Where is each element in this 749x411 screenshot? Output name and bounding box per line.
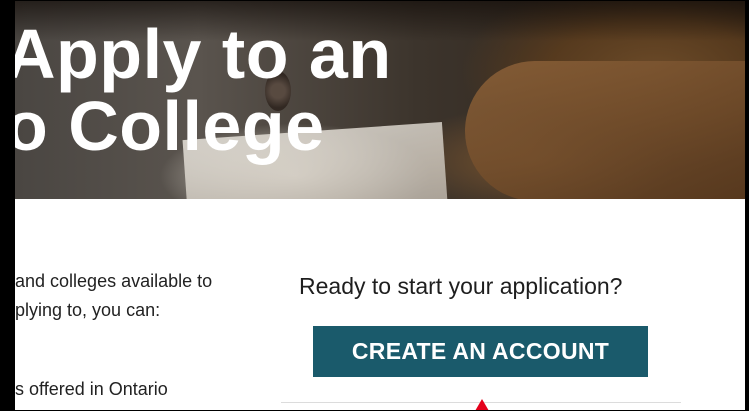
pointer-marker-icon — [475, 399, 489, 410]
intro-text-line3: s offered in Ontario — [15, 379, 168, 399]
intro-text-line2: plying to, you can: — [15, 300, 161, 320]
hero-title-line1: Apply to an — [15, 15, 392, 93]
cta-prompt: Ready to start your application? — [299, 273, 623, 299]
right-edge-bar — [745, 1, 748, 410]
hero-banner: Apply to an o College — [15, 1, 747, 199]
hero-photo-arm — [465, 61, 747, 199]
left-edge-bar — [1, 1, 15, 410]
create-account-button[interactable]: CREATE AN ACCOUNT — [313, 326, 648, 377]
hero-title-line2: o College — [15, 87, 325, 165]
main-content: and colleges available to plying to, you… — [15, 199, 747, 410]
page-viewport: Apply to an o College and colleges avail… — [0, 0, 749, 411]
intro-text-line1: and colleges available to — [15, 271, 213, 291]
